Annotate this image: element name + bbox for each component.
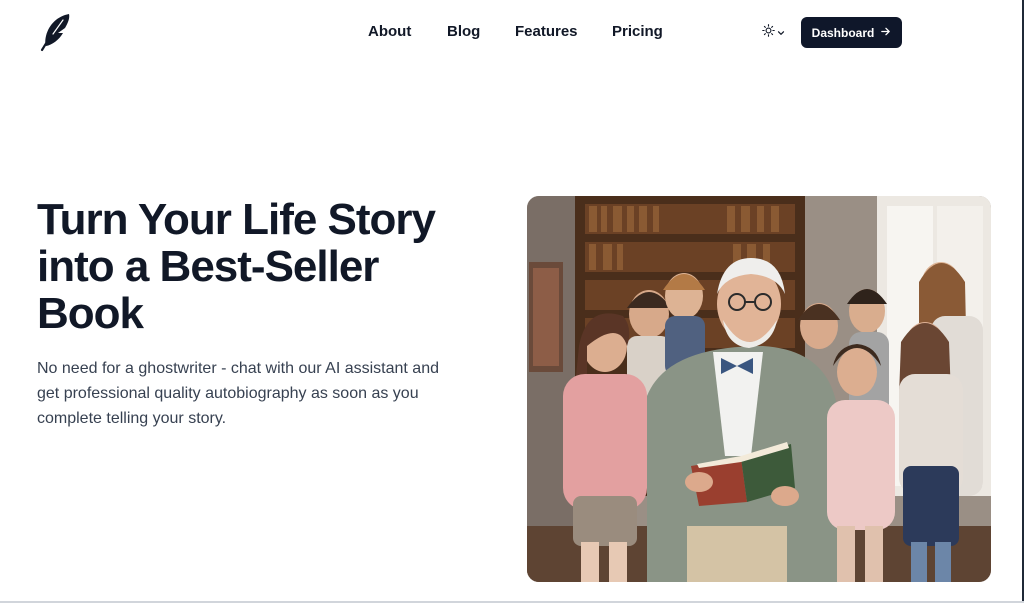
dashboard-button[interactable]: Dashboard xyxy=(801,17,902,48)
arrow-right-icon xyxy=(880,26,891,40)
nav-features-link[interactable]: Features xyxy=(515,23,578,40)
hero-subtitle: No need for a ghostwriter - chat with ou… xyxy=(37,360,439,427)
nav-blog-link[interactable]: Blog xyxy=(447,23,480,40)
nav-about-link[interactable]: About xyxy=(368,23,411,40)
dashboard-button-label: Dashboard xyxy=(811,25,875,40)
nav-pricing-link[interactable]: Pricing xyxy=(612,23,663,40)
theme-toggle-button[interactable] xyxy=(758,22,788,44)
chevron-down-icon xyxy=(777,24,785,42)
sun-icon xyxy=(761,24,775,42)
hero-title: Turn Your Life Story into a Best-Seller … xyxy=(37,195,436,338)
hero-image xyxy=(527,196,991,582)
site-header: About Blog Features Pricing Dashboard xyxy=(0,0,1022,66)
feather-icon[interactable] xyxy=(38,12,74,52)
